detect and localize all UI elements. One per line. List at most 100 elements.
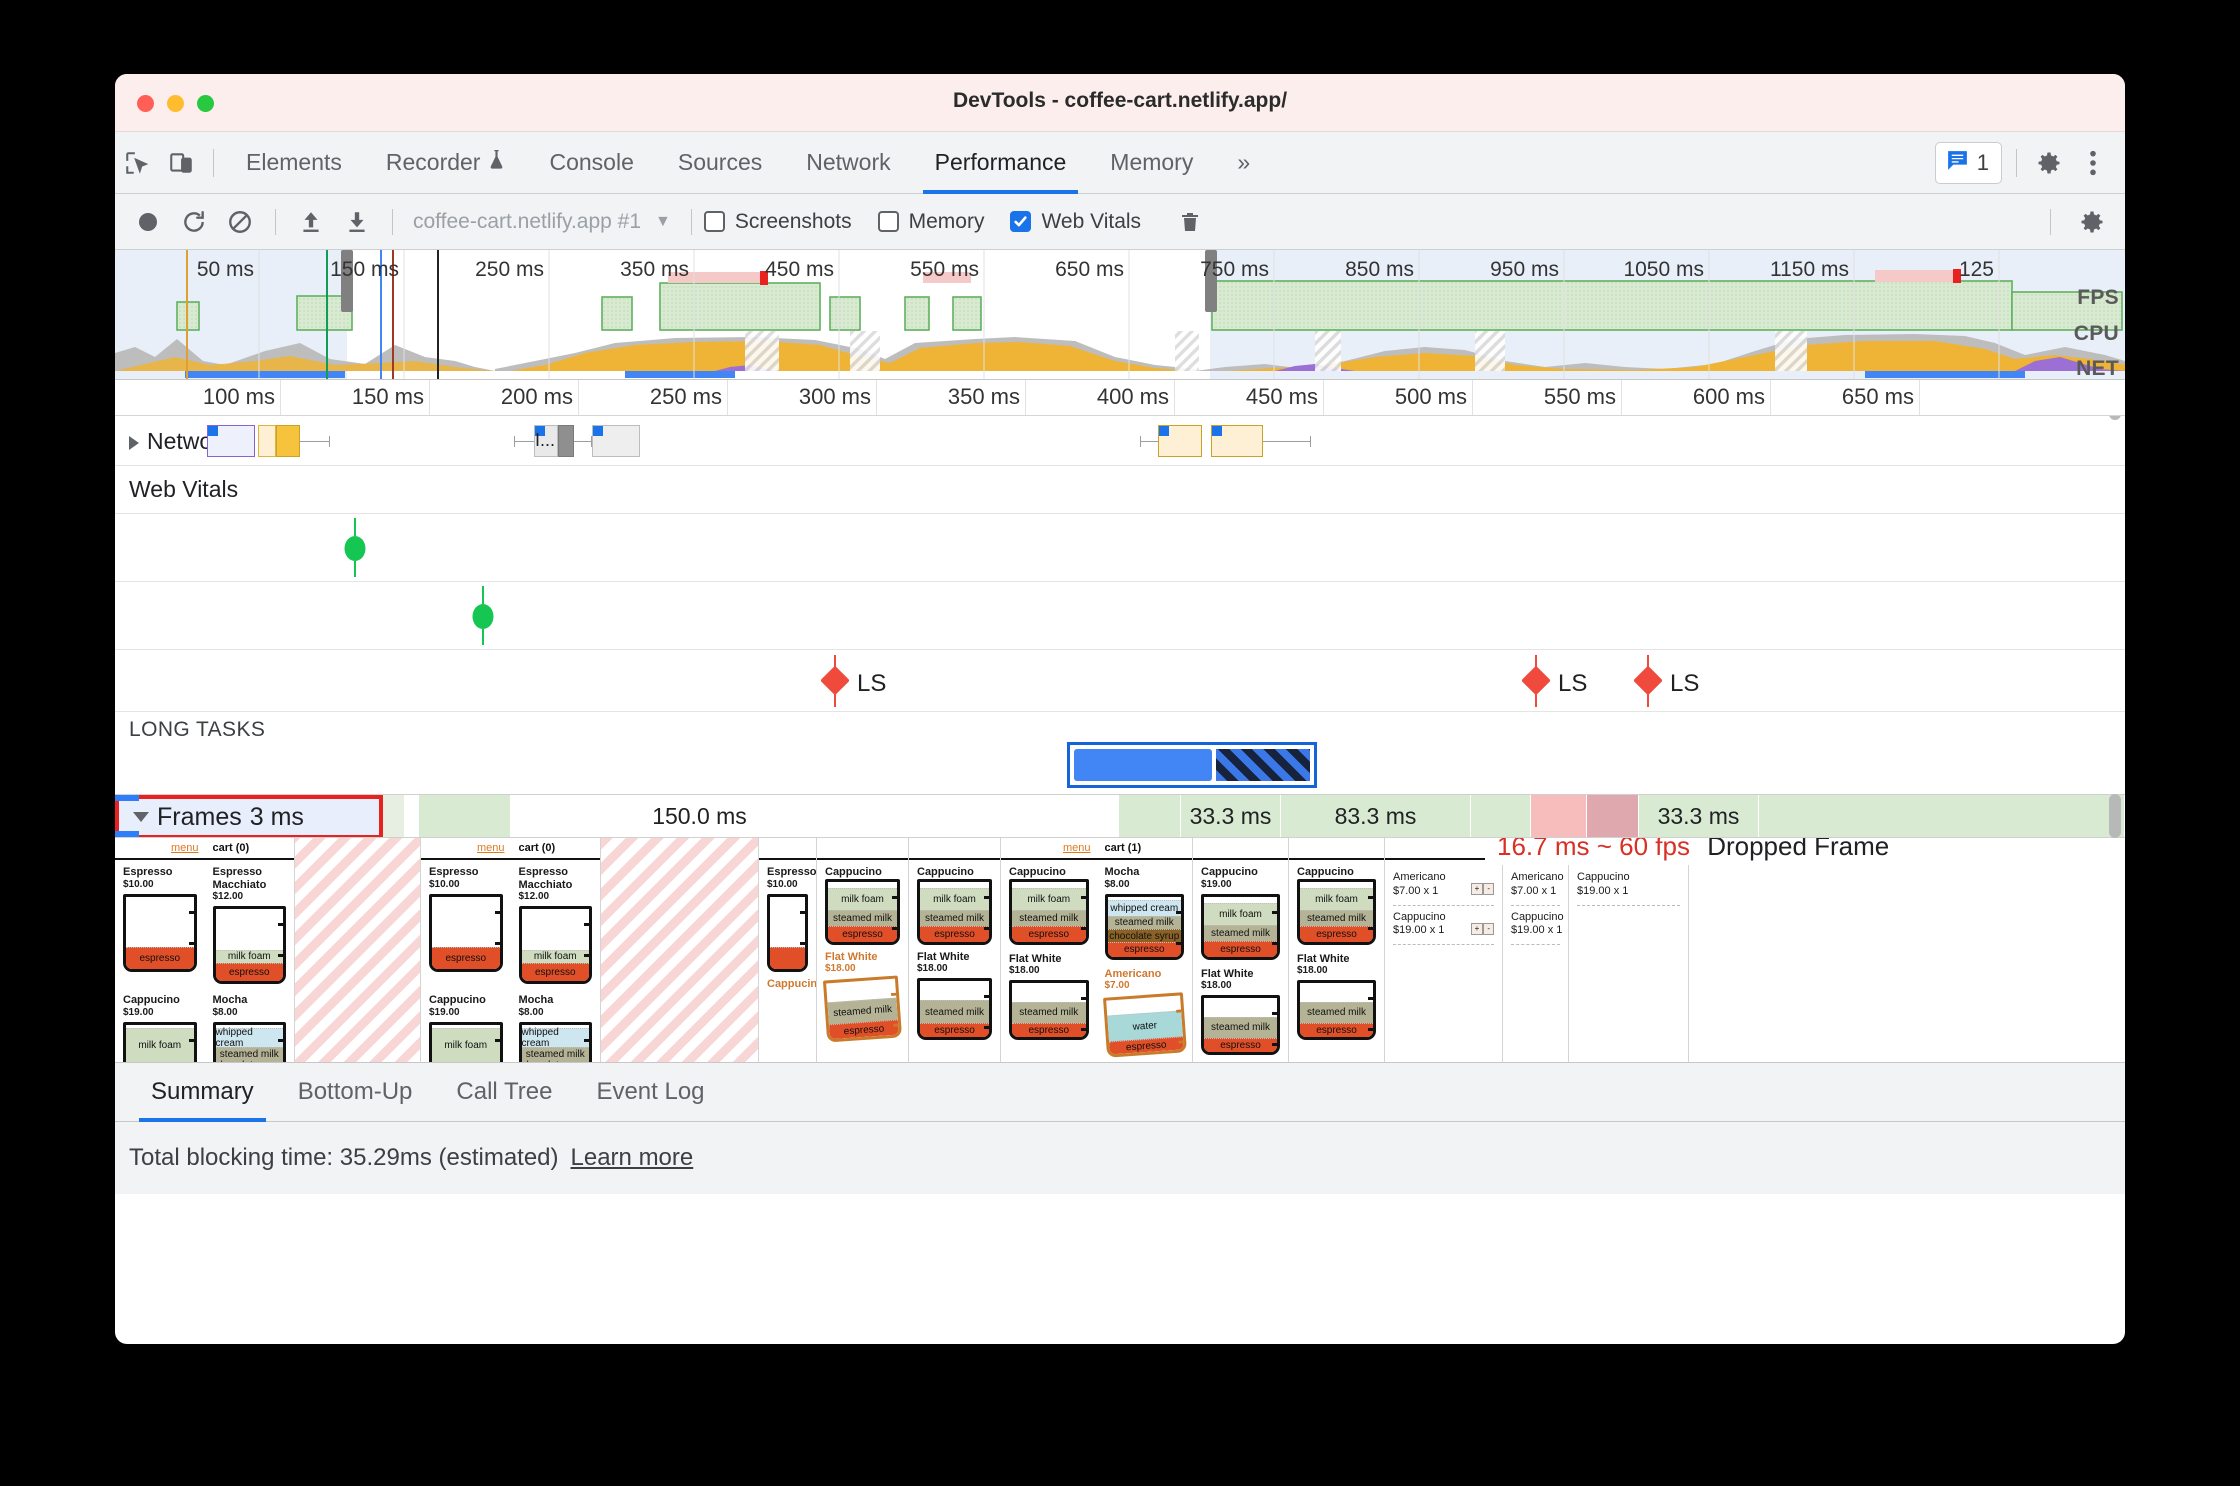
tab-recorder[interactable]: Recorder — [364, 132, 528, 194]
reload-record-icon[interactable] — [171, 199, 217, 245]
cart-row[interactable]: Americano $7.00 x 1 — [1511, 866, 1564, 906]
filmstrip-screenshot[interactable]: menu cart (1) Cappucino milk foam steame… — [1001, 838, 1193, 1062]
network-request-bar[interactable] — [258, 425, 276, 457]
web-vitals-checkbox[interactable]: Web Vitals — [1010, 210, 1141, 234]
product-card[interactable]: Cappucino milk foam steamed milk espress… — [1289, 860, 1384, 1044]
long-task-bar[interactable] — [1067, 742, 1317, 788]
product-card[interactable]: Espresso $10.00 espresso — [115, 860, 205, 988]
more-tabs-button[interactable]: » — [1215, 132, 1272, 194]
web-vital-good-marker[interactable] — [344, 536, 366, 561]
cart-row[interactable]: Cappucino $19.00 x 1 — [1511, 906, 1564, 945]
tab-summary[interactable]: Summary — [129, 1062, 276, 1122]
tab-performance[interactable]: Performance — [913, 132, 1089, 194]
product-card[interactable]: Mocha $8.00 whipped cream steamed milk c… — [205, 988, 295, 1062]
frames-scrollbar[interactable] — [2109, 794, 2121, 838]
web-vitals-checkbox-box[interactable] — [1010, 211, 1032, 232]
timeline-overview[interactable]: 50 ms 150 ms 250 ms 350 ms 450 ms 550 ms… — [115, 250, 2125, 380]
tab-sources[interactable]: Sources — [656, 132, 784, 194]
flamechart-time-ruler[interactable]: 100 ms 150 ms 200 ms 250 ms 300 ms 350 m… — [115, 380, 2125, 416]
memory-checkbox[interactable]: Memory — [877, 210, 984, 234]
frame-cell[interactable] — [419, 795, 511, 837]
cart-row[interactable]: Americano $7.00 x 1 + - — [1393, 866, 1494, 906]
filmstrip-screenshot-cart[interactable]: Americano $7.00 x 1 + - Cappucino $19.00… — [1385, 838, 1503, 1062]
product-card[interactable]: Mocha $8.00 whipped cream steamed milk c… — [1097, 860, 1193, 1059]
network-request-bar[interactable] — [1158, 425, 1202, 457]
chevron-right-icon[interactable] — [129, 435, 139, 450]
product-card[interactable]: Cappucino milk foam steamed milk espress… — [1001, 860, 1097, 1059]
product-card[interactable]: Cappucino $19.00 milk foam steamed milk … — [421, 988, 511, 1062]
cart-decrease-button[interactable]: - — [1483, 922, 1494, 935]
frame-cell[interactable] — [511, 795, 541, 837]
cart-row[interactable]: Cappucino $19.00 x 1 — [1577, 866, 1680, 906]
screenshots-checkbox[interactable]: Screenshots — [703, 210, 852, 234]
tab-event-log[interactable]: Event Log — [574, 1062, 726, 1122]
network-request-bar[interactable] — [1211, 425, 1263, 457]
profile-selector[interactable]: coffee-cart.netlify.app #1 ▼ — [405, 210, 679, 234]
menu-link[interactable]: menu — [171, 842, 199, 854]
product-card[interactable]: Mocha $8.00 whipped cream steamed milk c… — [511, 988, 601, 1062]
cart-link[interactable]: cart (1) — [1105, 842, 1142, 854]
product-card[interactable]: Cappucino milk foam steamed milk espress… — [817, 860, 908, 1044]
frame-cell[interactable] — [405, 795, 419, 837]
timeline-tracks[interactable]: Network I... Web Vitals LS LS LS LONG TA… — [115, 416, 2125, 1062]
gear-icon[interactable] — [2027, 141, 2071, 185]
cart-link[interactable]: cart (0) — [519, 842, 556, 854]
memory-checkbox-box[interactable] — [877, 211, 899, 232]
tab-bottom-up[interactable]: Bottom-Up — [276, 1062, 435, 1122]
frame-cell[interactable] — [1039, 795, 1119, 837]
frame-cell[interactable] — [1471, 795, 1531, 837]
frame-cell[interactable] — [859, 795, 1039, 837]
filmstrip-screenshot[interactable]: Cappucino milk foam steamed milk espress… — [1289, 838, 1385, 1062]
screenshots-checkbox-box[interactable] — [703, 211, 725, 232]
network-request-bar[interactable] — [592, 425, 640, 457]
frame-cell-dropped[interactable] — [1531, 795, 1587, 837]
screenshot-filmstrip[interactable]: menu cart (0) Espresso $10.00 espresso E… — [115, 838, 2125, 1062]
frame-cell-dropped[interactable] — [1587, 795, 1639, 837]
filmstrip-screenshot-cart[interactable]: Cappucino $19.00 x 1 — [1569, 838, 1689, 1062]
frame-cell[interactable] — [383, 795, 405, 837]
save-profile-down-arrow-icon[interactable] — [334, 199, 380, 245]
filmstrip-screenshot[interactable]: Cappucino milk foam steamed milk espress… — [909, 838, 1001, 1062]
track-network[interactable]: Network I... — [115, 416, 2125, 466]
kebab-menu-icon[interactable] — [2071, 141, 2115, 185]
network-request-bar[interactable] — [558, 425, 574, 457]
network-request-bar[interactable] — [207, 425, 255, 457]
menu-link[interactable]: menu — [477, 842, 505, 854]
track-long-tasks[interactable]: LONG TASKS — [115, 712, 2125, 788]
web-vital-poor-marker[interactable] — [1521, 665, 1551, 696]
product-card[interactable]: Cappucino $19.00 milk foam steamed milk … — [115, 988, 205, 1062]
issues-counter-button[interactable]: 1 — [1934, 141, 2002, 184]
filmstrip-screenshot[interactable]: Cappucino $19.00 milk foam steamed milk … — [1193, 838, 1289, 1062]
tab-elements[interactable]: Elements — [224, 132, 364, 194]
track-web-vitals[interactable]: Web Vitals — [115, 466, 2125, 514]
filmstrip-screenshot-cart[interactable]: Americano $7.00 x 1 Cappucino $19.00 x 1 — [1503, 838, 1569, 1062]
device-toolbar-icon[interactable] — [159, 141, 203, 185]
cart-link[interactable]: cart (0) — [213, 842, 250, 854]
frame-cell-duration-333b[interactable]: 33.3 ms — [1639, 795, 1759, 837]
web-vital-poor-marker[interactable] — [1633, 665, 1663, 696]
frame-cell-duration-150[interactable]: 150.0 ms — [541, 795, 859, 837]
cart-row[interactable]: Cappucino $19.00 x 1 + - — [1393, 906, 1494, 945]
network-request-bar[interactable] — [276, 425, 300, 457]
product-card[interactable]: Cappucino $19.00 milk foam steamed milk … — [1193, 860, 1288, 1059]
inspect-cursor-icon[interactable] — [115, 141, 159, 185]
chevron-down-icon[interactable] — [133, 812, 149, 822]
web-vital-row-fp[interactable] — [115, 514, 2125, 582]
web-vital-poor-marker[interactable] — [820, 665, 850, 696]
cart-decrease-button[interactable]: - — [1483, 883, 1494, 895]
tab-console[interactable]: Console — [527, 132, 655, 194]
product-card[interactable]: Cappucino milk foam steamed milk espress… — [909, 860, 1000, 1044]
menu-link[interactable]: menu — [1063, 842, 1091, 854]
cart-increase-button[interactable]: + — [1470, 922, 1484, 935]
frames-resize-handle-top[interactable] — [115, 795, 139, 801]
product-card[interactable]: Espresso Macchiato $12.00 milk foam espr… — [205, 860, 295, 988]
frames-track[interactable]: 150.0 ms 33.3 ms 83.3 ms 33.3 ms Frames … — [115, 794, 2125, 838]
capture-settings-gear-icon[interactable] — [2069, 199, 2115, 245]
web-vital-row-fcp[interactable] — [115, 582, 2125, 650]
record-circle-icon[interactable] — [125, 199, 171, 245]
frame-cell[interactable] — [1759, 795, 2125, 837]
cart-increase-button[interactable]: + — [1470, 883, 1484, 895]
filmstrip-screenshot[interactable]: Espresso $10.00 Cappucino — [759, 838, 817, 1062]
frame-cell-duration-833[interactable]: 83.3 ms — [1281, 795, 1471, 837]
filmstrip-screenshot[interactable]: menu cart (0) Espresso $10.00 espresso E… — [421, 838, 601, 1062]
